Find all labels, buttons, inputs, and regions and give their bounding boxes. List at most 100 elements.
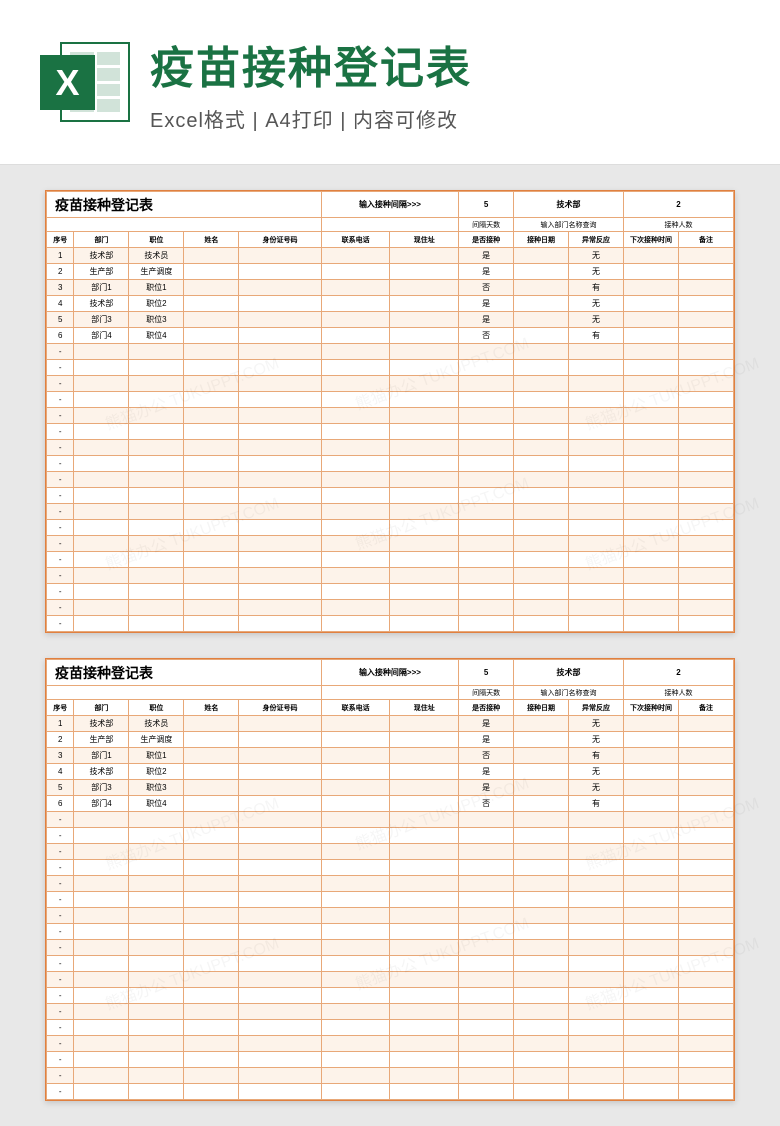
cell-id — [239, 716, 321, 732]
table-row-empty: - — [47, 568, 734, 584]
table-row-empty: - — [47, 456, 734, 472]
cell-id — [239, 732, 321, 748]
cell-pos: 职位3 — [129, 780, 184, 796]
cell-seq: 4 — [47, 764, 74, 780]
banner-subtitle: Excel格式 | A4打印 | 内容可修改 — [150, 104, 740, 133]
table-row-empty: - — [47, 860, 734, 876]
column-header: 姓名 — [184, 232, 239, 248]
cell-name — [184, 748, 239, 764]
cell-pos: 职位2 — [129, 296, 184, 312]
cell-name — [184, 280, 239, 296]
cell-note — [678, 780, 733, 796]
column-header: 联系电话 — [321, 700, 390, 716]
cell-note — [678, 280, 733, 296]
table-row-empty: - — [47, 924, 734, 940]
cell-dept: 技术部 — [74, 248, 129, 264]
cell-date — [514, 732, 569, 748]
table-row-empty: - — [47, 828, 734, 844]
table-row: 5部门3职位3是无 — [47, 312, 734, 328]
cell-pos: 职位1 — [129, 280, 184, 296]
column-header: 联系电话 — [321, 232, 390, 248]
cell-id — [239, 780, 321, 796]
table-row-empty: - — [47, 956, 734, 972]
table-row-empty: - — [47, 392, 734, 408]
cell-note — [678, 296, 733, 312]
table-row: 3部门1职位1否有 — [47, 748, 734, 764]
table-row: 1技术部技术员是无 — [47, 248, 734, 264]
cell-next — [624, 280, 679, 296]
label-dept-query: 输入部门名称查询 — [514, 686, 624, 700]
table-row-empty: - — [47, 1004, 734, 1020]
preview-area: 疫苗接种登记表输入接种间隔>>>5技术部2间隔天数输入部门名称查询接种人数序号部… — [0, 165, 780, 1126]
value-dept-query: 技术部 — [514, 660, 624, 686]
value-dept-query: 技术部 — [514, 192, 624, 218]
label-count: 接种人数 — [624, 686, 734, 700]
cell-seq: 4 — [47, 296, 74, 312]
table-row-empty: - — [47, 600, 734, 616]
cell-dept: 部门4 — [74, 328, 129, 344]
cell-date — [514, 312, 569, 328]
cell-note — [678, 312, 733, 328]
cell-seq: 1 — [47, 716, 74, 732]
sheet-title: 疫苗接种登记表 — [47, 192, 322, 218]
cell-seq: 6 — [47, 796, 74, 812]
column-header: 下次接种时间 — [624, 700, 679, 716]
table-row-empty: - — [47, 1084, 734, 1100]
cell-dept: 生产部 — [74, 264, 129, 280]
cell-id — [239, 296, 321, 312]
table-row-empty: - — [47, 1052, 734, 1068]
cell-react: 无 — [569, 716, 624, 732]
excel-icon: X — [40, 37, 130, 127]
table-row-empty: - — [47, 552, 734, 568]
cell-name — [184, 296, 239, 312]
cell-note — [678, 716, 733, 732]
table-row-empty: - — [47, 844, 734, 860]
label-interval-days: 间隔天数 — [459, 686, 514, 700]
table-row-empty: - — [47, 360, 734, 376]
column-header: 下次接种时间 — [624, 232, 679, 248]
column-header: 接种日期 — [514, 232, 569, 248]
cell-note — [678, 796, 733, 812]
cell-note — [678, 764, 733, 780]
cell-pos: 职位4 — [129, 796, 184, 812]
cell-next — [624, 780, 679, 796]
excel-x-letter: X — [40, 55, 95, 110]
cell-dept: 技术部 — [74, 296, 129, 312]
column-header: 是否接种 — [459, 232, 514, 248]
cell-id — [239, 312, 321, 328]
cell-seq: 5 — [47, 780, 74, 796]
table-row-empty: - — [47, 972, 734, 988]
cell-pos: 职位3 — [129, 312, 184, 328]
cell-phone — [321, 716, 390, 732]
cell-seq: 6 — [47, 328, 74, 344]
cell-react: 无 — [569, 264, 624, 280]
label-input-interval: 输入接种间隔>>> — [321, 660, 458, 686]
cell-dept: 部门1 — [74, 748, 129, 764]
cell-vac: 是 — [459, 296, 514, 312]
column-header: 接种日期 — [514, 700, 569, 716]
table-row: 1技术部技术员是无 — [47, 716, 734, 732]
cell-date — [514, 780, 569, 796]
cell-name — [184, 764, 239, 780]
table-row-empty: - — [47, 472, 734, 488]
cell-seq: 3 — [47, 280, 74, 296]
cell-phone — [321, 280, 390, 296]
cell-date — [514, 716, 569, 732]
column-header: 部门 — [74, 232, 129, 248]
cell-react: 有 — [569, 328, 624, 344]
cell-seq: 5 — [47, 312, 74, 328]
table-row-empty: - — [47, 504, 734, 520]
cell-addr — [390, 328, 459, 344]
cell-react: 无 — [569, 296, 624, 312]
cell-vac: 否 — [459, 796, 514, 812]
cell-vac: 否 — [459, 748, 514, 764]
cell-vac: 是 — [459, 264, 514, 280]
label-dept-query: 输入部门名称查询 — [514, 218, 624, 232]
cell-addr — [390, 764, 459, 780]
cell-vac: 是 — [459, 312, 514, 328]
cell-note — [678, 328, 733, 344]
cell-addr — [390, 780, 459, 796]
cell-phone — [321, 328, 390, 344]
column-header: 序号 — [47, 700, 74, 716]
cell-vac: 否 — [459, 280, 514, 296]
